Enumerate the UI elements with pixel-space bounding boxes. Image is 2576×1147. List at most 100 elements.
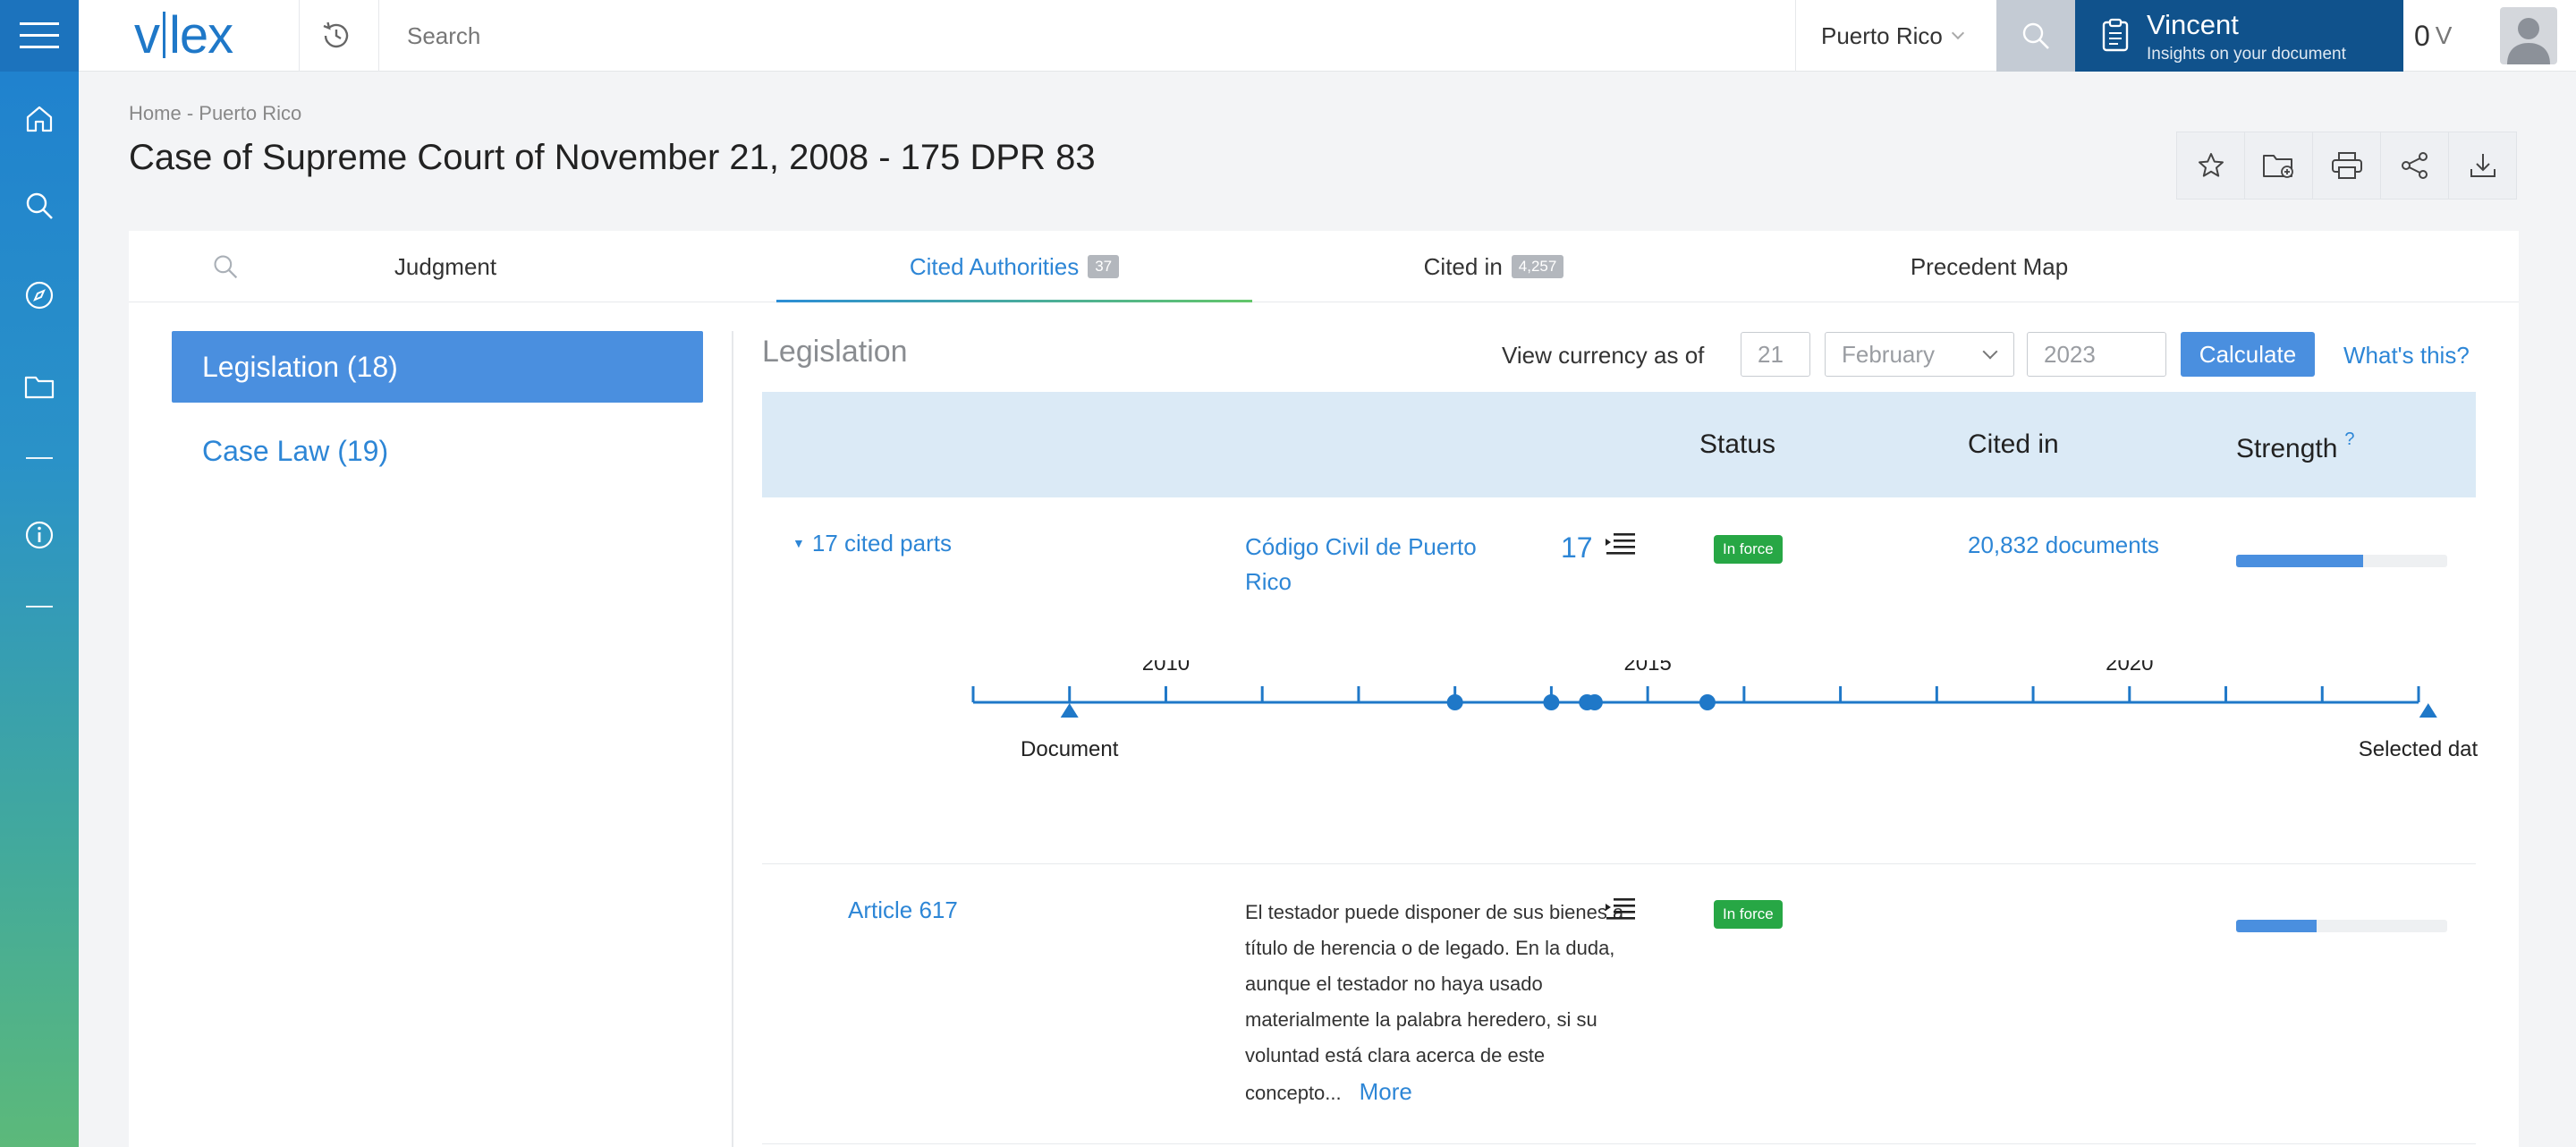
avatar[interactable]	[2500, 7, 2557, 64]
divider	[732, 331, 733, 1147]
tab-judgment[interactable]: Judgment	[311, 231, 580, 302]
tab-label: Precedent Map	[1910, 252, 2069, 280]
month-select[interactable]: February	[1825, 332, 2014, 377]
year-placeholder: 2023	[2044, 340, 2096, 368]
cited-in-link[interactable]: 20,832 documents	[1968, 531, 2159, 559]
vlex-logo[interactable]: v lex	[134, 9, 233, 63]
vincent-subtitle: Insights on your document	[2147, 45, 2346, 64]
logo-text-right: lex	[169, 6, 233, 64]
outline-list-icon[interactable]	[1605, 531, 1637, 558]
nav-folders[interactable]	[0, 360, 79, 413]
whats-this-link[interactable]: What's this?	[2343, 342, 2470, 370]
vincent-title: Vincent	[2147, 9, 2239, 40]
print-button[interactable]	[2312, 132, 2381, 200]
count-badge: 37	[1088, 255, 1120, 278]
strength-fill	[2236, 920, 2317, 932]
nav-info[interactable]	[0, 508, 79, 562]
tab-label: Cited Authorities	[909, 252, 1080, 280]
day-placeholder: 21	[1758, 340, 1784, 368]
search-icon	[26, 192, 53, 219]
cited-parts-toggle[interactable]: ▼ 17 cited parts	[792, 530, 952, 557]
row-divider	[762, 863, 2476, 864]
credits-value: 0	[2414, 19, 2430, 52]
add-to-folder-button[interactable]	[2244, 132, 2313, 200]
citation-timeline: 2010 2015 2020 Document Selected dat	[971, 660, 2479, 761]
chevron-down-icon	[1982, 344, 1998, 360]
tab-bar: Judgment Cited Authorities 37 Cited in 4…	[129, 231, 2519, 303]
clipboard-icon	[2102, 18, 2129, 52]
breadcrumb-jurisdiction[interactable]: Puerto Rico	[199, 102, 301, 124]
more-link[interactable]: More	[1360, 1078, 1412, 1105]
jurisdiction-select[interactable]: Puerto Rico	[1821, 0, 1975, 72]
row-divider	[762, 1143, 2476, 1144]
logo-bar	[163, 12, 165, 58]
category-legislation[interactable]: Legislation (18)	[172, 331, 703, 403]
outline-list-icon[interactable]	[1605, 896, 1637, 923]
credits-counter[interactable]: 0 V	[2414, 0, 2452, 72]
article-link[interactable]: Article 617	[848, 896, 958, 924]
dash-icon	[26, 457, 53, 459]
triangle-down-icon: ▼	[792, 536, 805, 550]
jurisdiction-label: Puerto Rico	[1821, 21, 1943, 49]
calculate-button[interactable]: Calculate	[2181, 332, 2315, 377]
section-title: Legislation	[762, 335, 908, 369]
star-icon	[2198, 153, 2224, 177]
search-icon	[2022, 22, 2049, 49]
nav-search[interactable]	[0, 179, 79, 233]
tab-search[interactable]	[208, 231, 243, 302]
month-value: February	[1842, 340, 1936, 368]
vincent-button[interactable]: Vincent Insights on your document	[2075, 0, 2403, 72]
citation-marker	[1446, 694, 1463, 710]
tab-cited-authorities[interactable]: Cited Authorities 37	[776, 231, 1252, 303]
menu-button[interactable]	[0, 0, 79, 72]
legislation-link[interactable]: Código Civil de Puerto Rico	[1245, 530, 1504, 599]
status-badge: In force	[1714, 535, 1783, 564]
nav-divider-2	[0, 580, 79, 633]
nav-divider-1	[0, 431, 79, 485]
tab-cited-in[interactable]: Cited in 4,257	[1360, 231, 1628, 302]
download-icon	[2470, 154, 2496, 177]
share-button[interactable]	[2380, 132, 2449, 200]
cited-parts-label: 17 cited parts	[811, 530, 952, 557]
search-input[interactable]	[407, 14, 1802, 57]
day-input[interactable]: 21	[1741, 332, 1810, 377]
document-actions	[2176, 132, 2517, 200]
favorite-button[interactable]	[2176, 132, 2245, 200]
strength-bar	[2236, 920, 2447, 932]
tab-precedent-map[interactable]: Precedent Map	[1810, 231, 2168, 302]
strength-bar	[2236, 555, 2447, 567]
printer-icon	[2331, 152, 2362, 179]
download-button[interactable]	[2448, 132, 2517, 200]
currency-label: View currency as of	[1502, 342, 1705, 369]
search-button[interactable]	[1996, 0, 2075, 72]
citation-marker	[1586, 694, 1603, 710]
status-badge: In force	[1714, 900, 1783, 929]
citation-marker	[1699, 694, 1716, 710]
table-header: Status Cited in Strength?	[762, 392, 2476, 497]
nav-home[interactable]	[0, 92, 79, 146]
breadcrumb-separator: -	[186, 102, 194, 124]
cited-parts-count[interactable]: 17	[1561, 531, 1593, 565]
nav-explore[interactable]	[0, 268, 79, 322]
search-icon	[214, 255, 238, 279]
separator	[299, 0, 300, 72]
column-cited-in: Cited in	[1968, 429, 2059, 459]
selected-date-marker	[2419, 703, 2437, 718]
history-button[interactable]	[318, 18, 354, 54]
category-case-law[interactable]: Case Law (19)	[202, 435, 388, 468]
tab-label: Cited in	[1423, 252, 1503, 280]
history-icon	[323, 21, 349, 48]
citation-marker	[1543, 694, 1560, 710]
breadcrumb-home[interactable]: Home	[129, 102, 182, 124]
selected-date-label: Selected dat	[2359, 737, 2479, 761]
timeline-year-label: 2020	[2106, 660, 2153, 675]
info-icon	[25, 521, 54, 549]
strength-fill	[2236, 555, 2363, 567]
column-status: Status	[1699, 429, 1776, 459]
year-input[interactable]: 2023	[2027, 332, 2166, 377]
chevron-down-icon	[1951, 26, 1964, 40]
excerpt-text: El testador puede disponer de sus bienes…	[1245, 901, 1624, 1104]
strength-help-icon[interactable]: ?	[2344, 429, 2354, 449]
separator	[378, 0, 379, 72]
top-bar: vlex Puerto Rico Vincent Insights on you…	[79, 0, 2576, 72]
